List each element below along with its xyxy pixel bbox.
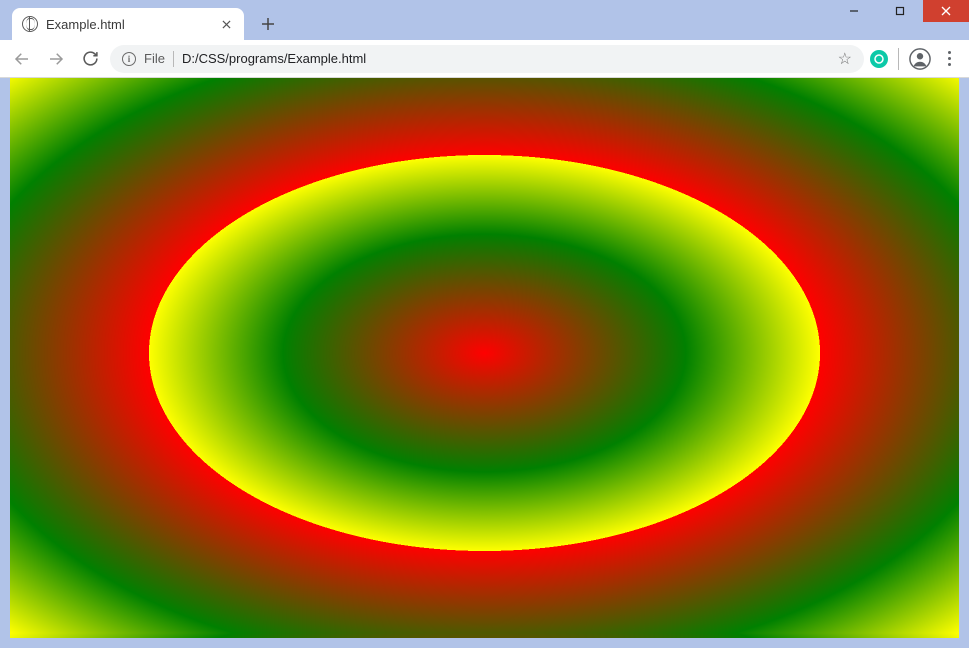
maximize-button[interactable] (877, 0, 923, 22)
back-button[interactable] (8, 45, 36, 73)
url-text: D:/CSS/programs/Example.html (182, 51, 830, 66)
forward-button[interactable] (42, 45, 70, 73)
extension-icon[interactable] (870, 50, 888, 68)
address-bar[interactable]: i File D:/CSS/programs/Example.html ☆ (110, 45, 864, 73)
minimize-button[interactable] (831, 0, 877, 22)
globe-icon (22, 16, 38, 32)
scheme-label: File (144, 51, 165, 66)
info-icon[interactable]: i (122, 52, 136, 66)
menu-button[interactable] (937, 47, 961, 71)
tab-strip: Example.html (0, 0, 969, 40)
browser-tab[interactable]: Example.html (12, 8, 244, 40)
close-window-button[interactable] (923, 0, 969, 22)
bookmark-star-icon[interactable]: ☆ (838, 49, 852, 69)
reload-button[interactable] (76, 45, 104, 73)
divider (173, 51, 174, 67)
toolbar-divider (898, 48, 899, 70)
tab-close-button[interactable] (218, 16, 234, 32)
new-tab-button[interactable] (254, 10, 282, 38)
browser-toolbar: i File D:/CSS/programs/Example.html ☆ (0, 40, 969, 78)
tab-title: Example.html (46, 17, 210, 32)
page-viewport (10, 78, 959, 638)
profile-avatar-icon[interactable] (909, 48, 931, 70)
window-controls (831, 0, 969, 24)
